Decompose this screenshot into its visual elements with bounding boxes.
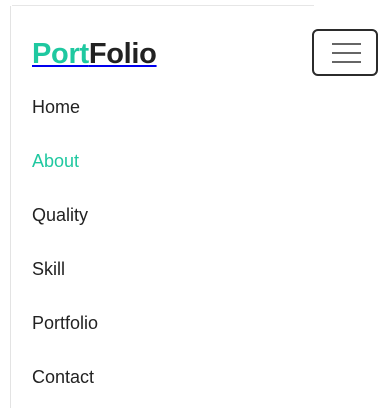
brand-logo-accent: Port <box>32 38 89 70</box>
hamburger-menu-icon-line <box>332 61 361 63</box>
brand-logo-dark: Folio <box>88 38 157 70</box>
nav-link-portfolio[interactable]: Portfolio <box>32 313 98 334</box>
nav-link-about[interactable]: About <box>32 151 79 172</box>
nav-link-quality[interactable]: Quality <box>32 205 88 226</box>
nav-item-skill: Skill <box>32 242 98 296</box>
nav-item-about: About <box>32 134 98 188</box>
navbar: PortFolio Home About Quality Skill Portf… <box>0 0 392 408</box>
nav-item-contact: Contact <box>32 350 98 404</box>
nav-menu: Home About Quality Skill Portfolio Conta… <box>32 80 98 404</box>
nav-link-contact[interactable]: Contact <box>32 367 94 388</box>
nav-item-quality: Quality <box>32 188 98 242</box>
nav-link-skill[interactable]: Skill <box>32 259 65 280</box>
navbar-toggler-button[interactable] <box>312 29 378 76</box>
nav-item-portfolio: Portfolio <box>32 296 98 350</box>
hamburger-menu-icon-line <box>332 52 361 54</box>
nav-item-home: Home <box>32 80 98 134</box>
nav-link-home[interactable]: Home <box>32 97 80 118</box>
hamburger-menu-icon <box>332 43 361 45</box>
brand-logo[interactable]: PortFolio <box>32 36 157 72</box>
